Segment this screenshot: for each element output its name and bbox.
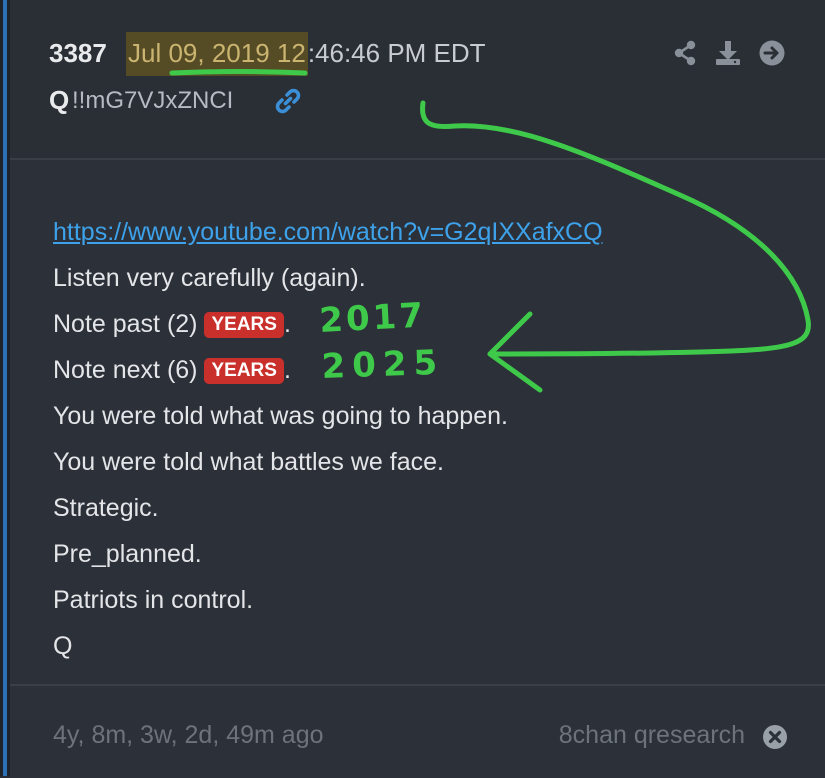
post-tripcode: !!mG7VJxZNCI xyxy=(72,87,234,114)
body-line: Listen very carefully (again). xyxy=(53,264,366,292)
body-line-past: Note past (2) YEARS. xyxy=(53,301,603,347)
post-source: 8chan qresearch xyxy=(558,721,745,749)
post-card: 3387 Jul 09, 2019 12:46:46 PM EDT Q !!mG… xyxy=(10,0,825,778)
post-timestamp: Jul 09, 2019 12:46:46 PM EDT xyxy=(126,32,486,76)
timestamp-highlight: Jul 09, 2019 12 xyxy=(126,32,308,76)
post-accent-bar xyxy=(0,0,10,776)
body-line-next: Note next (6) YEARS. xyxy=(53,347,603,393)
years-badge: YEARS xyxy=(204,358,284,384)
period: . xyxy=(283,310,291,338)
body-line: You were told what was going to happen. xyxy=(53,402,508,430)
body-line: You were told what battles we face. xyxy=(53,448,444,476)
post-age: 4y, 8m, 3w, 2d, 49m ago xyxy=(53,721,324,749)
link-icon[interactable] xyxy=(273,86,303,116)
share-icon[interactable] xyxy=(671,39,699,67)
next-prefix: Note next (6) xyxy=(53,356,198,384)
years-badge: YEARS xyxy=(204,312,284,338)
download-icon[interactable] xyxy=(714,39,742,67)
next-arrow-icon[interactable] xyxy=(758,39,786,67)
post-body: https://www.youtube.com/watch?v=G2qIXXaf… xyxy=(53,209,603,669)
body-line-signature: Q xyxy=(53,632,73,660)
past-prefix: Note past (2) xyxy=(53,310,198,338)
body-line: Patriots in control. xyxy=(53,586,254,614)
post-number: 3387 xyxy=(49,38,107,68)
timestamp-rest: :46:46 PM EDT xyxy=(307,38,486,68)
body-line: Strategic. xyxy=(53,494,159,522)
period: . xyxy=(283,356,291,384)
body-line: Pre_planned. xyxy=(53,540,202,568)
youtube-link[interactable]: https://www.youtube.com/watch?v=G2qIXXaf… xyxy=(53,218,603,246)
post-footer: 4y, 8m, 3w, 2d, 49m ago 8chan qresearch xyxy=(10,684,825,778)
close-icon[interactable] xyxy=(762,724,788,750)
post-author: Q xyxy=(49,85,70,115)
post-header: 3387 Jul 09, 2019 12:46:46 PM EDT Q !!mG… xyxy=(10,0,825,160)
